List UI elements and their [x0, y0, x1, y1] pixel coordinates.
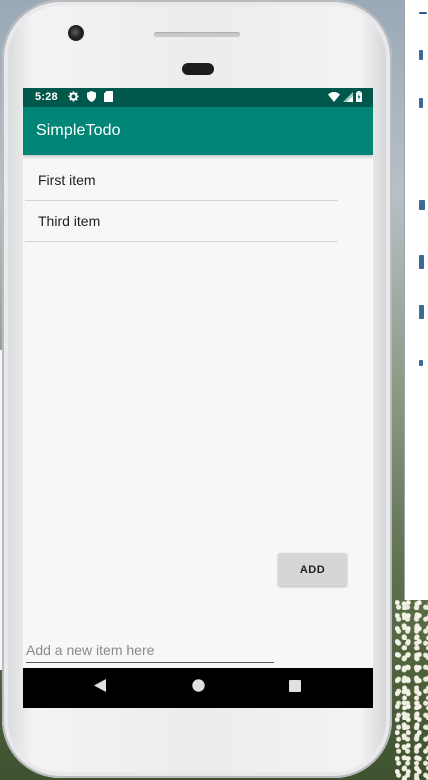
- home-icon: [191, 679, 205, 697]
- background-window-mark: [419, 12, 427, 14]
- app-bar: SimpleTodo: [23, 107, 373, 155]
- battery-icon: [356, 91, 362, 105]
- background-window-mark: [419, 305, 424, 319]
- navigation-bar: [23, 668, 373, 708]
- new-item-input[interactable]: [26, 638, 274, 663]
- sd-card-icon: [104, 91, 113, 105]
- camera-icon: [68, 25, 84, 41]
- list-item[interactable]: First item: [25, 160, 338, 201]
- phone-screen: 5:28 SimpleTodo First item Third item AD…: [23, 88, 373, 708]
- status-icons-left: [68, 91, 113, 105]
- background-window-right: [404, 0, 428, 604]
- add-button[interactable]: ADD: [278, 553, 347, 586]
- signal-icon: [343, 91, 353, 105]
- status-bar: 5:28: [23, 88, 373, 107]
- background-window-mark: [419, 50, 423, 60]
- back-button[interactable]: [80, 668, 120, 708]
- status-icons-right: [328, 91, 362, 105]
- wifi-icon: [328, 91, 340, 105]
- shield-icon: [87, 91, 96, 105]
- background-window-mark: [419, 255, 424, 269]
- background-wallpaper: [395, 600, 428, 780]
- recents-button[interactable]: [275, 668, 315, 708]
- background-window-mark: [419, 360, 423, 366]
- gear-icon: [68, 91, 79, 105]
- home-button[interactable]: [178, 668, 218, 708]
- status-time: 5:28: [35, 91, 58, 103]
- recents-icon: [289, 679, 301, 697]
- list-item[interactable]: Third item: [25, 201, 338, 242]
- earpiece-speaker: [154, 32, 240, 37]
- phone-frame: 5:28 SimpleTodo First item Third item AD…: [2, 0, 392, 778]
- proximity-sensor: [182, 63, 214, 75]
- background-window-mark: [419, 98, 423, 108]
- todo-list: First item Third item: [25, 160, 338, 242]
- app-title: SimpleTodo: [36, 122, 121, 139]
- back-icon: [94, 679, 106, 697]
- background-window-mark: [419, 200, 425, 210]
